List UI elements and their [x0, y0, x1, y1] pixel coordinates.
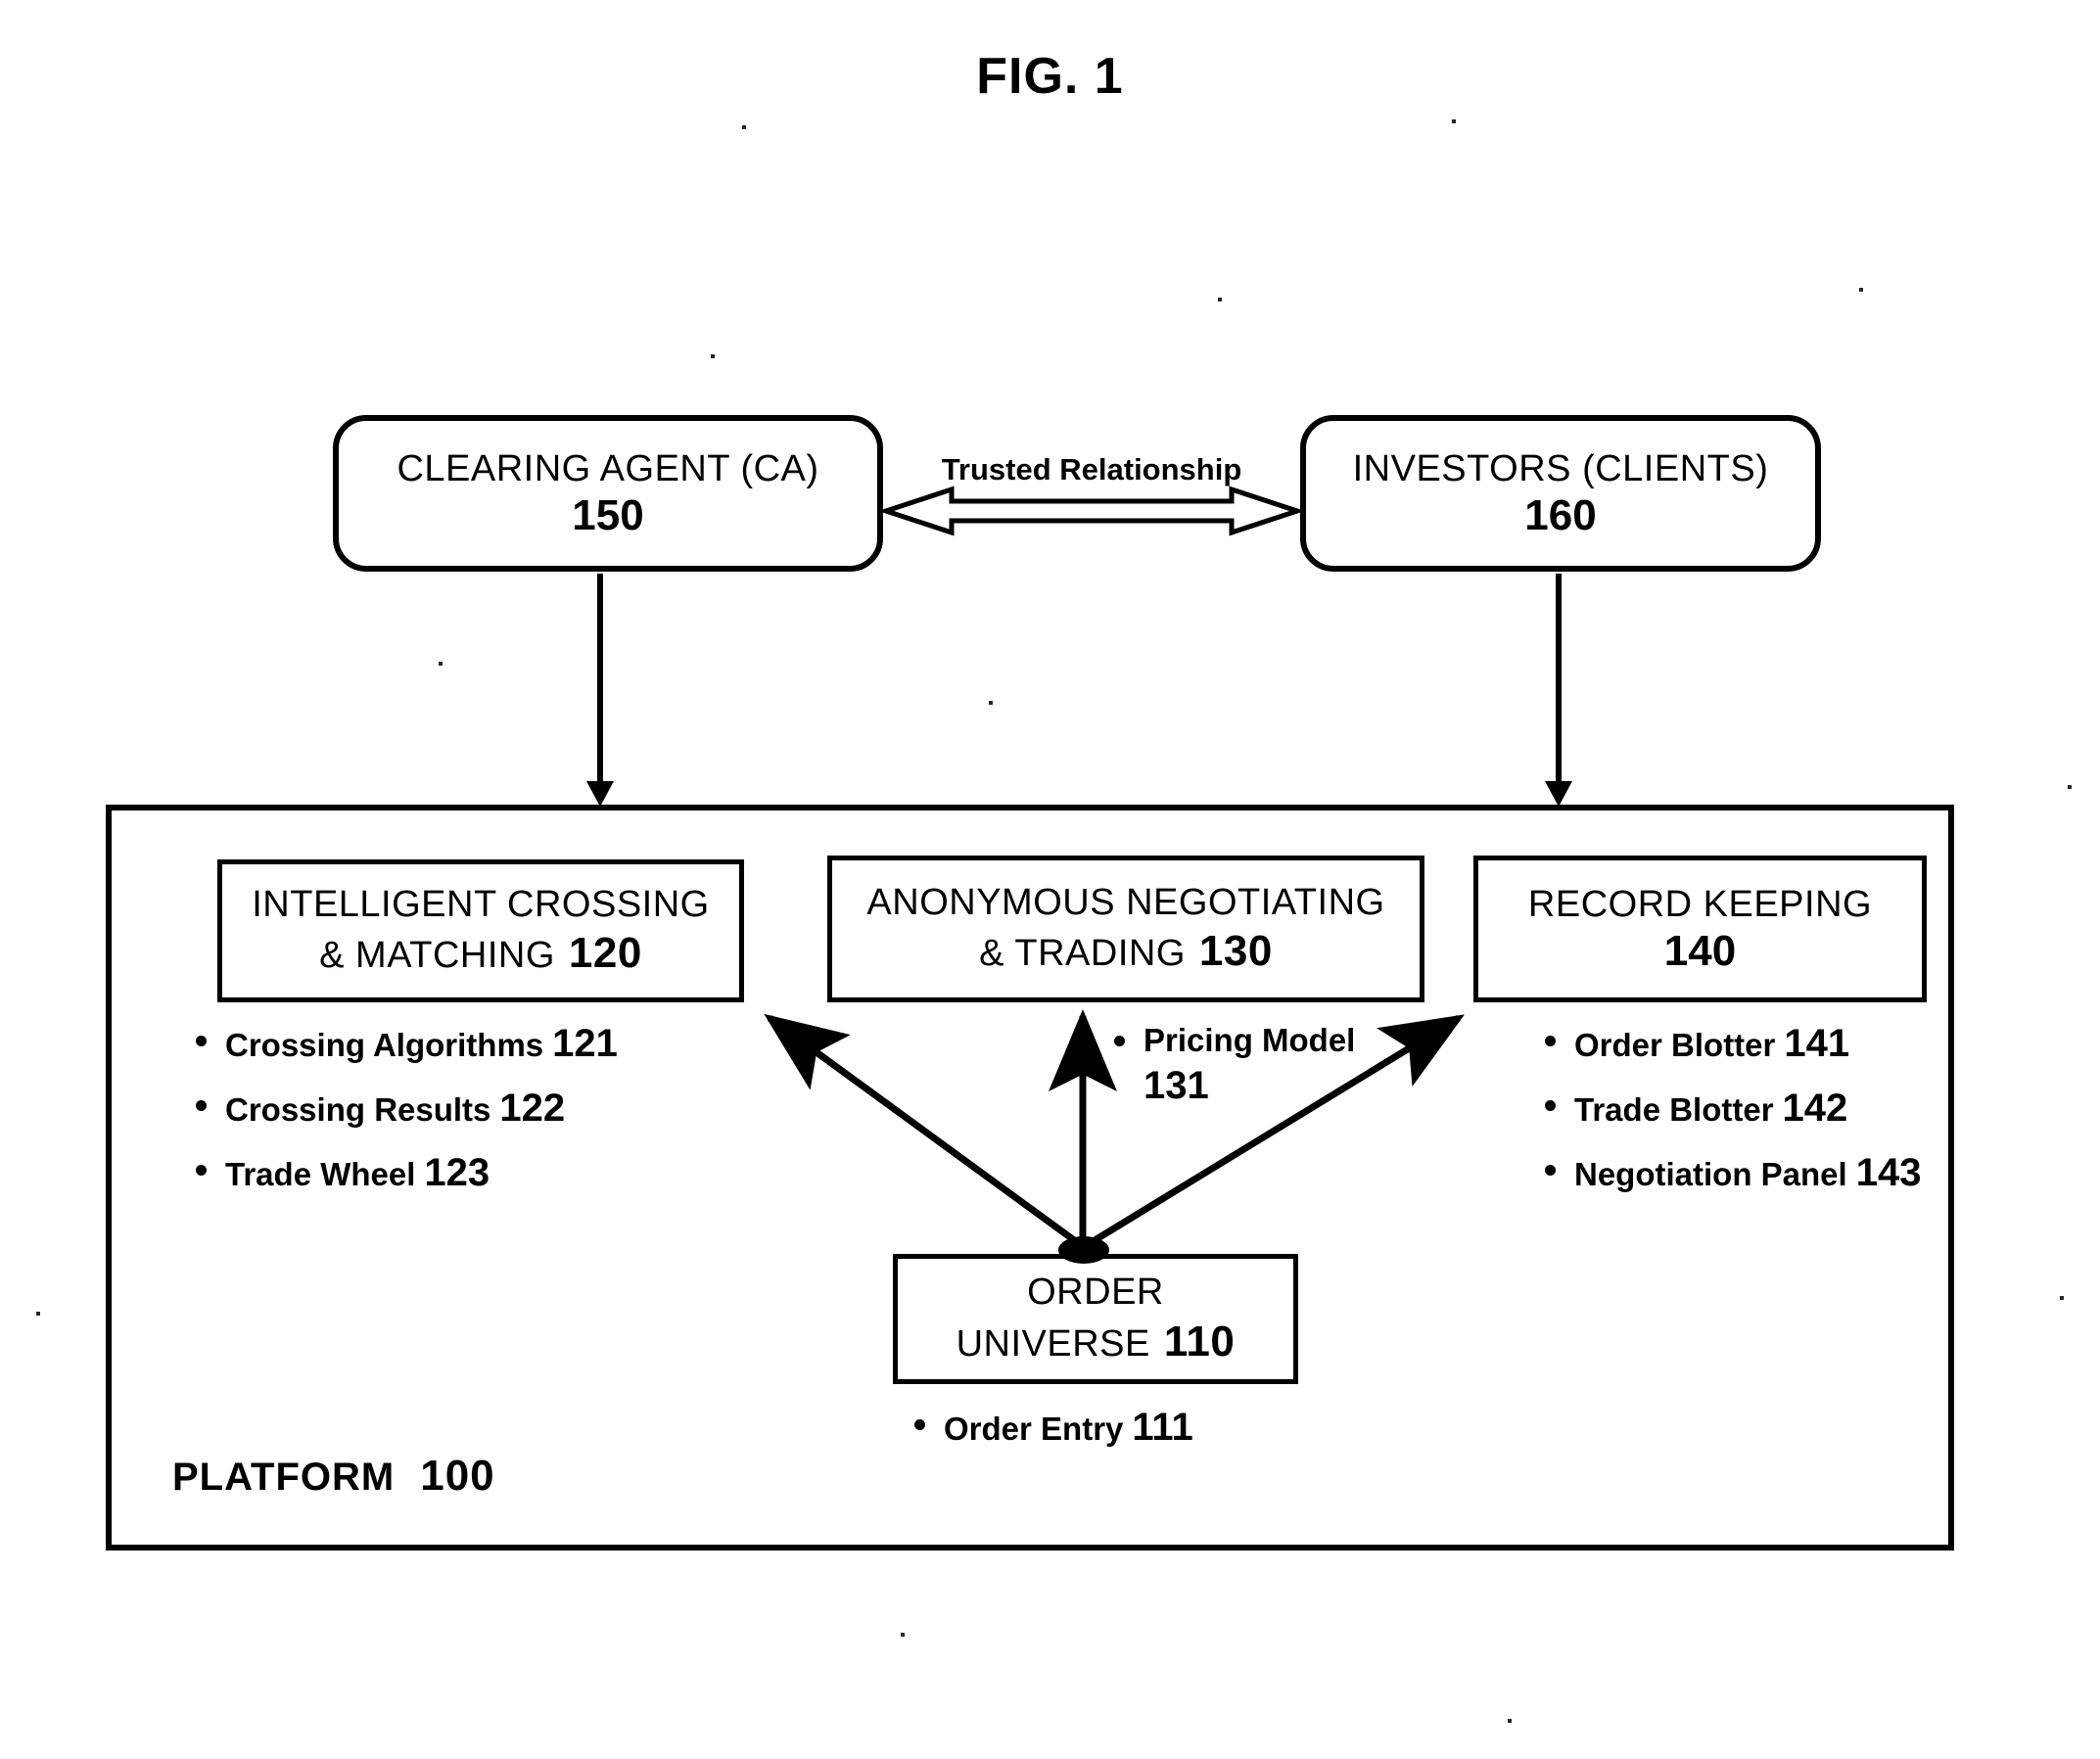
- item-ref: 123: [424, 1151, 490, 1194]
- page-title: FIG. 1: [976, 48, 1124, 105]
- module-anonymous-negotiating[interactable]: ANONYMOUS NEGOTIATING & TRADING 130: [827, 856, 1424, 1002]
- scan-speck: [1218, 298, 1222, 301]
- module-140-ref: 140: [1663, 926, 1737, 975]
- scan-speck: [989, 701, 993, 705]
- item-text: Crossing Algorithms: [225, 1027, 544, 1063]
- list-item[interactable]: Crossing Algorithms 121: [192, 1024, 618, 1063]
- order-universe-line2: UNIVERSE 110: [957, 1316, 1236, 1368]
- trusted-relationship-label: Trusted Relationship: [941, 452, 1242, 486]
- scan-speck: [742, 125, 746, 129]
- item-ref: 143: [1855, 1151, 1922, 1194]
- item-text: Order Blotter: [1574, 1027, 1776, 1063]
- list-item[interactable]: Trade Wheel 123: [192, 1153, 618, 1192]
- module-130-ref: 130: [1198, 927, 1273, 976]
- scan-speck: [711, 354, 715, 358]
- figure-canvas: FIG. 1 CLEARING AGENT (CA) 150 INVESTORS…: [0, 0, 2100, 1759]
- item-ref: 141: [1784, 1022, 1850, 1065]
- module-120-line2-text: & MATCHING: [319, 935, 555, 977]
- arrow-clearing-agent-to-platform: [586, 574, 614, 807]
- item-ref: 111: [1132, 1406, 1193, 1449]
- module-120-line2: & MATCHING 120: [319, 927, 642, 980]
- item-text: Order Entry: [944, 1411, 1124, 1447]
- list-item[interactable]: Order Entry 111: [910, 1408, 1193, 1447]
- scan-speck: [439, 662, 443, 666]
- item-ref: 131: [1143, 1064, 1209, 1107]
- item-text: Negotiation Panel: [1574, 1156, 1847, 1192]
- module-130-line1: ANONYMOUS NEGOTIATING: [866, 881, 1385, 923]
- list-item[interactable]: Negotiation Panel 143: [1541, 1153, 1921, 1192]
- list-item[interactable]: Crossing Results 122: [192, 1088, 618, 1128]
- module-130-item-list: Pricing Model 131: [1110, 1024, 1398, 1131]
- module-120-ref: 120: [568, 929, 642, 978]
- scan-speck: [1508, 1719, 1512, 1723]
- module-record-keeping[interactable]: RECORD KEEPING 140: [1473, 856, 1927, 1002]
- platform-label: PLATFORM 100: [172, 1452, 495, 1501]
- module-140-line1: RECORD KEEPING: [1527, 883, 1873, 925]
- clearing-agent-label: CLEARING AGENT (CA): [397, 447, 819, 489]
- scan-speck: [2060, 1296, 2064, 1300]
- module-140-item-list: Order Blotter 141 Trade Blotter 142 Negoti…: [1541, 1024, 1921, 1218]
- scan-speck: [2068, 785, 2072, 789]
- order-universe-node[interactable]: ORDER UNIVERSE 110: [893, 1254, 1298, 1384]
- platform-ref: 100: [420, 1452, 495, 1500]
- scan-speck: [1859, 288, 1863, 292]
- trusted-relationship-arrow: [877, 486, 1306, 536]
- list-item[interactable]: Order Blotter 141: [1541, 1024, 1921, 1063]
- investors-node[interactable]: INVESTORS (CLIENTS) 160: [1300, 415, 1821, 572]
- scan-speck: [36, 1312, 40, 1316]
- item-ref: 142: [1782, 1087, 1848, 1130]
- module-120-item-list: Crossing Algorithms 121 Crossing Results 1…: [192, 1024, 618, 1218]
- platform-label-text: PLATFORM: [172, 1456, 396, 1499]
- item-text: Trade Blotter: [1574, 1091, 1774, 1128]
- module-130-line2: & TRADING 130: [979, 925, 1273, 978]
- item-text: Pricing Model: [1143, 1022, 1356, 1058]
- module-120-line1: INTELLIGENT CROSSING: [252, 883, 710, 925]
- item-ref: 122: [499, 1087, 566, 1130]
- item-text: Trade Wheel: [225, 1156, 416, 1192]
- module-intelligent-crossing[interactable]: INTELLIGENT CROSSING & MATCHING 120: [217, 859, 744, 1002]
- scan-speck: [901, 1633, 905, 1637]
- item-ref: 121: [552, 1022, 618, 1065]
- investors-ref: 160: [1524, 490, 1597, 539]
- clearing-agent-ref: 150: [572, 490, 644, 539]
- order-universe-ref: 110: [1163, 1317, 1236, 1366]
- clearing-agent-node[interactable]: CLEARING AGENT (CA) 150: [333, 415, 883, 572]
- list-item[interactable]: Pricing Model 131: [1110, 1024, 1398, 1105]
- order-universe-item-list: Order Entry 111: [910, 1408, 1193, 1472]
- order-universe-line1: ORDER: [1027, 1272, 1164, 1314]
- list-item[interactable]: Trade Blotter 142: [1541, 1088, 1921, 1128]
- arrow-investors-to-platform: [1545, 574, 1572, 807]
- scan-speck: [1452, 119, 1456, 123]
- order-universe-line2-text: UNIVERSE: [956, 1322, 1150, 1365]
- module-130-line2-text: & TRADING: [979, 933, 1186, 975]
- item-text: Crossing Results: [225, 1091, 491, 1128]
- investors-label: INVESTORS (CLIENTS): [1352, 447, 1769, 489]
